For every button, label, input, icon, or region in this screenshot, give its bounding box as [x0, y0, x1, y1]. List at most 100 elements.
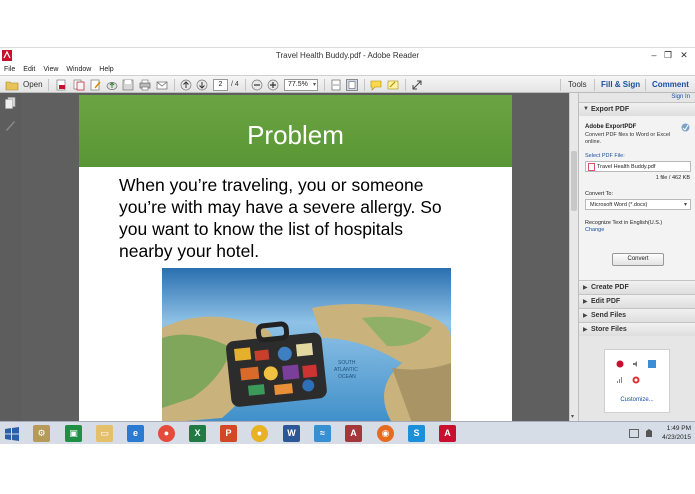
- menu-help[interactable]: Help: [99, 64, 113, 75]
- network-icon[interactable]: [616, 376, 624, 384]
- chevron-down-icon: ▾: [683, 202, 687, 208]
- desktop-top: [0, 0, 695, 47]
- title-bar: Travel Health Buddy.pdf - Adobe Reader –…: [0, 47, 695, 64]
- window-title: Travel Health Buddy.pdf - Adobe Reader: [275, 51, 420, 60]
- chevron-down-icon: ▾: [312, 82, 316, 88]
- word-icon[interactable]: W: [283, 425, 300, 442]
- fit-width-icon[interactable]: [346, 79, 358, 91]
- page-number-input[interactable]: 2: [213, 79, 228, 91]
- security-tray-icon[interactable]: [632, 376, 640, 384]
- slide-title-banner: Problem: [79, 95, 512, 167]
- fill-sign-tab[interactable]: Fill & Sign: [601, 80, 640, 89]
- store-files-section-header[interactable]: ▶ Store Files: [579, 322, 695, 336]
- export-pdf-section-header[interactable]: ▼ Export PDF: [579, 102, 695, 116]
- toolbar-separator: [645, 79, 646, 91]
- network-app-icon[interactable]: ≈: [314, 425, 331, 442]
- open-folder-icon[interactable]: [5, 79, 19, 91]
- excel-icon[interactable]: X: [189, 425, 206, 442]
- restore-button[interactable]: ❐: [661, 49, 675, 62]
- email-icon[interactable]: [156, 79, 168, 91]
- keyboard-icon[interactable]: [629, 429, 639, 438]
- menu-edit[interactable]: Edit: [23, 64, 35, 75]
- skype-icon[interactable]: S: [408, 425, 425, 442]
- menu-window[interactable]: Window: [66, 64, 91, 75]
- file-explorer-icon[interactable]: ▭: [96, 425, 113, 442]
- internet-explorer-icon[interactable]: e: [127, 425, 144, 442]
- desktop-bottom: [0, 444, 695, 494]
- toolbar-separator: [245, 79, 246, 91]
- comment-icon[interactable]: [370, 79, 382, 91]
- adobe-tray-icon[interactable]: [616, 360, 624, 368]
- zoom-select[interactable]: 77.5% ▾: [284, 79, 318, 91]
- close-button[interactable]: ✕: [677, 49, 691, 62]
- signature-pen-icon[interactable]: [5, 119, 16, 131]
- menu-file[interactable]: File: [4, 64, 15, 75]
- taskbar-store-icon[interactable]: ▣: [65, 425, 82, 442]
- send-files-section-header[interactable]: ▶ Send Files: [579, 308, 695, 322]
- create-pdf-icon[interactable]: [55, 79, 67, 91]
- recognize-text-label: Recognize Text in English(U.S.): [585, 220, 663, 226]
- change-language-link[interactable]: Change: [585, 227, 604, 233]
- zoom-out-icon[interactable]: [251, 79, 263, 91]
- pdf-file-icon: [588, 163, 595, 171]
- previous-page-icon[interactable]: [180, 79, 192, 91]
- page-thumbnails-icon[interactable]: [5, 97, 16, 109]
- chevron-down-icon: ▼: [583, 106, 589, 112]
- scrollbar-thumb[interactable]: [571, 151, 577, 211]
- access-icon[interactable]: A: [345, 425, 362, 442]
- chrome-icon[interactable]: ●: [251, 425, 268, 442]
- volume-icon[interactable]: [632, 360, 640, 368]
- windows-start-icon[interactable]: [5, 427, 19, 441]
- menu-view[interactable]: View: [43, 64, 58, 75]
- sign-in-link[interactable]: Sign In: [671, 94, 690, 100]
- clock-time: 1:49 PM: [666, 425, 691, 432]
- zoom-value: 77.5%: [288, 81, 308, 88]
- chrome-icon[interactable]: ●: [158, 425, 175, 442]
- export-service-title: Adobe ExportPDF: [585, 124, 637, 130]
- send-files-label: Send Files: [591, 312, 627, 319]
- pdf-page: Problem When you’re traveling, you or so…: [79, 95, 512, 421]
- fit-page-icon[interactable]: [330, 79, 342, 91]
- open-button[interactable]: Open: [23, 80, 43, 89]
- vertical-scrollbar[interactable]: ▾: [569, 93, 578, 421]
- firefox-icon[interactable]: ◉: [377, 425, 394, 442]
- scroll-down-arrow-icon[interactable]: ▾: [571, 413, 574, 420]
- tools-tab[interactable]: Tools: [568, 80, 587, 89]
- expand-icon[interactable]: [411, 79, 423, 91]
- edit-pdf-section-header[interactable]: ▶ Edit PDF: [579, 294, 695, 308]
- highlight-icon[interactable]: [387, 79, 399, 91]
- combine-files-icon[interactable]: [73, 79, 85, 91]
- export-pdf-label: Export PDF: [591, 106, 630, 113]
- convert-to-select[interactable]: Microsoft Word (*.docx) ▾: [585, 199, 691, 210]
- customize-link[interactable]: Customize...: [605, 397, 669, 403]
- zoom-in-icon[interactable]: [267, 79, 279, 91]
- chevron-right-icon: ▶: [583, 285, 588, 291]
- toolbar-separator: [364, 79, 365, 91]
- save-icon[interactable]: [122, 79, 134, 91]
- toolbar: Open 2 / 4 77.5% ▾ Tools Fill & Sign Com…: [0, 75, 695, 93]
- adobe-reader-taskbar-icon[interactable]: A: [439, 425, 456, 442]
- notification-icon[interactable]: [645, 428, 653, 438]
- slide-title: Problem: [247, 120, 344, 150]
- selected-file-field[interactable]: Travel Health Buddy.pdf: [585, 161, 691, 172]
- bluetooth-tray-icon[interactable]: [648, 360, 656, 368]
- toolbar-separator: [560, 79, 561, 91]
- edit-pdf-icon[interactable]: [90, 79, 102, 91]
- cloud-upload-icon[interactable]: [106, 79, 118, 91]
- toolbar-separator: [594, 79, 595, 91]
- convert-button[interactable]: Convert: [612, 253, 664, 266]
- slide-body-text: When you’re traveling, you or someone yo…: [119, 175, 442, 261]
- create-pdf-section-header[interactable]: ▶ Create PDF: [579, 280, 695, 294]
- powerpoint-icon[interactable]: P: [220, 425, 237, 442]
- comment-tab[interactable]: Comment: [652, 80, 689, 89]
- selected-file-name: Travel Health Buddy.pdf: [597, 164, 656, 170]
- select-pdf-label: Select PDF File:: [585, 153, 625, 159]
- taskbar-app-icon[interactable]: ⚙: [33, 425, 50, 442]
- toolbar-separator: [174, 79, 175, 91]
- page-total: / 4: [231, 81, 239, 88]
- windows-taskbar: ⚙ ▣ ▭ e ● X P ● W ≈ A ◉ S A 1:49 PM 4/23…: [0, 421, 695, 444]
- minimize-button[interactable]: –: [647, 49, 661, 62]
- print-icon[interactable]: [139, 79, 151, 91]
- next-page-icon[interactable]: [196, 79, 208, 91]
- taskbar-clock[interactable]: 1:49 PM 4/23/2015: [662, 424, 691, 442]
